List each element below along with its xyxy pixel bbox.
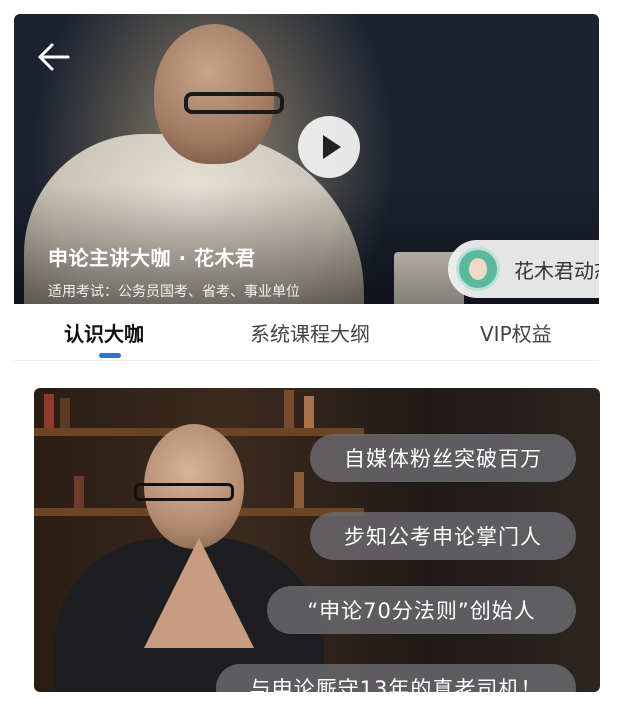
banner-photo-glasses xyxy=(134,483,234,501)
play-button[interactable] xyxy=(298,116,360,178)
hero-subtitle: 适用考试：公务员国考、省考、事业单位 xyxy=(48,284,300,300)
tab-course-outline[interactable]: 系统课程大纲 xyxy=(250,318,370,347)
tab-bar: 认识大咖 系统课程大纲 VIP权益 xyxy=(14,304,599,361)
tab-vip-benefits[interactable]: VIP权益 xyxy=(480,318,552,347)
avatar xyxy=(456,247,500,291)
arrow-left-icon[interactable] xyxy=(36,42,72,72)
bubble-veteran: 与申论厮守13年的真老司机！ xyxy=(216,664,576,692)
book xyxy=(294,472,304,508)
book xyxy=(44,394,54,428)
hero-photo-glasses xyxy=(184,92,284,114)
bubble-fans: 自媒体粉丝突破百万 xyxy=(310,434,576,482)
intro-banner: 自媒体粉丝突破百万 步知公考申论掌门人 “申论70分法则”创始人 与申论厮守13… xyxy=(34,388,600,692)
book xyxy=(304,396,314,428)
book xyxy=(284,390,294,428)
hero-title: 申论主讲大咖 · 花木君 xyxy=(48,246,256,270)
tab-know-expert[interactable]: 认识大咖 xyxy=(64,318,144,347)
book xyxy=(74,476,84,508)
tab-indicator xyxy=(99,353,121,358)
hero-video[interactable]: 申论主讲大咖 · 花木君 适用考试：公务员国考、省考、事业单位 花木君动态 xyxy=(14,14,599,304)
play-icon xyxy=(323,135,341,159)
dynamic-label: 花木君动态 xyxy=(514,258,599,283)
bubble-head-teacher: 步知公考申论掌门人 xyxy=(310,512,576,560)
dynamic-button[interactable]: 花木君动态 xyxy=(448,240,599,298)
bubble-founder: “申论70分法则”创始人 xyxy=(267,586,576,634)
book xyxy=(60,398,70,428)
